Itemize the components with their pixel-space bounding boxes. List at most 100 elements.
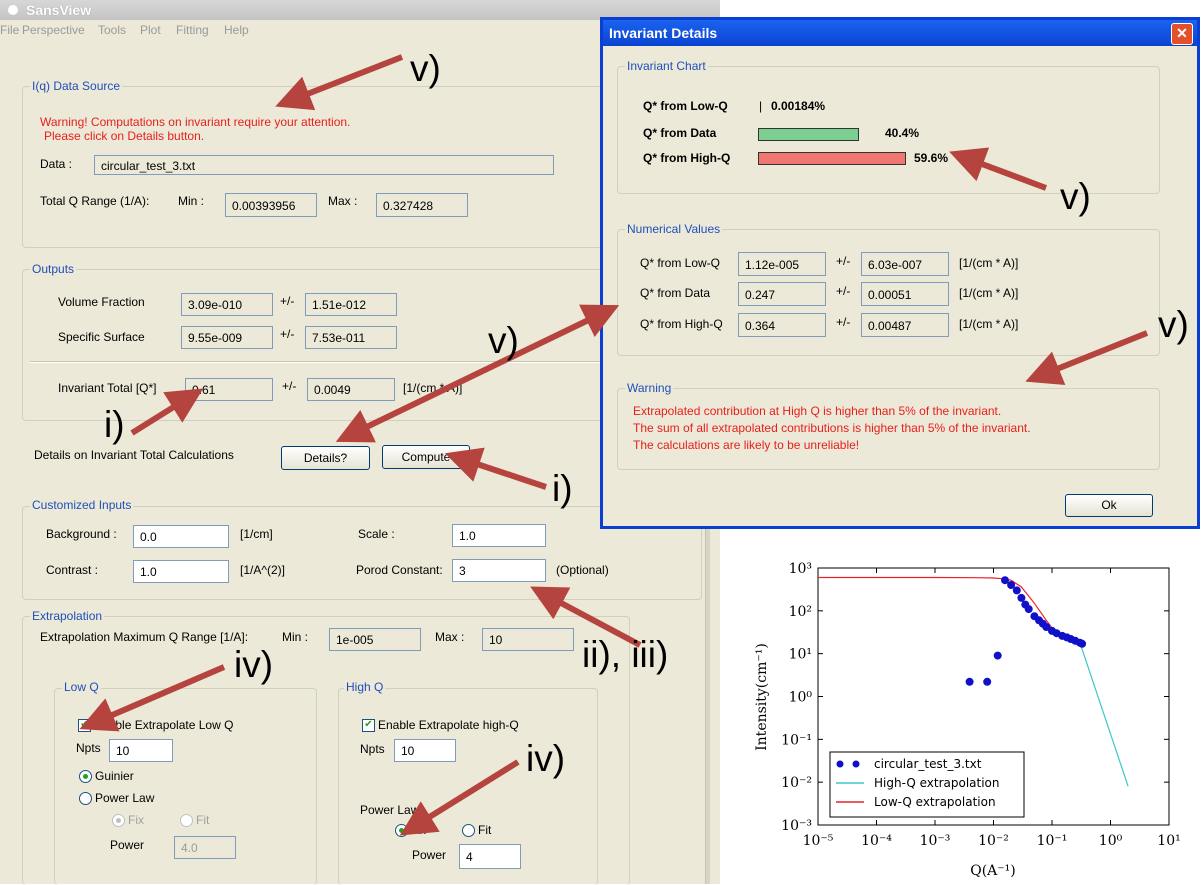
scale-input[interactable]: 1.0 xyxy=(452,524,546,547)
y-tick-label: 10⁻² xyxy=(781,775,812,791)
extrap-max-field[interactable]: 10 xyxy=(482,628,574,651)
low-q-fit-label: Fit xyxy=(196,813,210,827)
num-low-label: Q* from Low-Q xyxy=(640,256,721,270)
num-data-unit: [1/(cm * A)] xyxy=(959,286,1019,300)
dialog-warning-line1: Extrapolated contribution at High Q is h… xyxy=(633,404,1002,418)
invariant-total-field[interactable]: 0.61 xyxy=(185,378,273,401)
chart-row-high-label: Q* from High-Q xyxy=(643,151,731,165)
menu-perspective[interactable]: Perspective xyxy=(22,23,85,37)
x-tick-label: 10⁻² xyxy=(978,833,1009,849)
menu-file[interactable]: File xyxy=(0,23,19,37)
details-row-label: Details on Invariant Total Calculations xyxy=(34,448,234,462)
chart-bar-data xyxy=(758,128,859,141)
volume-fraction-err-field[interactable]: 1.51e-012 xyxy=(305,293,397,316)
contrast-input[interactable]: 1.0 xyxy=(133,560,229,583)
invariant-total-label: Invariant Total [Q*] xyxy=(58,381,157,395)
close-icon[interactable]: ✕ xyxy=(1171,23,1193,45)
invariant-warning-line1: Warning! Computations on invariant requi… xyxy=(40,115,351,129)
q-min-field[interactable]: 0.00393956 xyxy=(225,193,317,217)
legend-high-label: High-Q extrapolation xyxy=(874,776,1000,790)
ok-button[interactable]: Ok xyxy=(1065,494,1153,517)
num-data-value[interactable]: 0.247 xyxy=(738,282,826,306)
num-low-unit: [1/(cm * A)] xyxy=(959,256,1019,270)
specific-surface-err-field[interactable]: 7.53e-011 xyxy=(305,326,397,349)
q-max-label: Max : xyxy=(328,194,358,208)
num-high-unit: [1/(cm * A)] xyxy=(959,317,1019,331)
custom-inputs-label: Customized Inputs xyxy=(30,498,134,512)
dialog-title: Invariant Details xyxy=(609,25,718,41)
compute-button[interactable]: Compute xyxy=(382,445,470,469)
data-point xyxy=(993,651,1002,660)
num-data-err[interactable]: 0.00051 xyxy=(861,282,949,306)
menu-tools[interactable]: Tools xyxy=(98,23,126,37)
low-q-power-input[interactable]: 4.0 xyxy=(174,836,236,859)
invariant-chart-label: Invariant Chart xyxy=(625,59,708,73)
high-q-enable-checkbox[interactable]: ✔ xyxy=(362,719,375,732)
x-tick-label: 10⁻³ xyxy=(920,833,951,849)
porod-input[interactable]: 3 xyxy=(452,559,546,582)
extrap-range-label: Extrapolation Maximum Q Range [1/A]: xyxy=(40,630,249,644)
extrap-min-label: Min : xyxy=(282,630,309,644)
menu-plot[interactable]: Plot xyxy=(140,23,161,37)
low-q-power-law-radio[interactable] xyxy=(79,792,92,805)
high-q-fix-radio[interactable] xyxy=(395,824,408,837)
legend-data-label: circular_test_3.txt xyxy=(874,757,982,771)
annot-i-left: i) xyxy=(104,404,125,445)
y-tick-label: 10³ xyxy=(789,561,812,577)
menu-fitting[interactable]: Fitting xyxy=(176,23,209,37)
specific-surface-label: Specific Surface xyxy=(58,330,145,344)
data-point xyxy=(983,677,992,686)
high-q-power-law-label: Power Law xyxy=(360,803,420,817)
low-q-guinier-label: Guinier xyxy=(95,769,134,783)
low-q-npts-input[interactable]: 10 xyxy=(109,739,173,762)
num-low-pm: +/- xyxy=(836,254,851,268)
low-q-power-law-label: Power Law xyxy=(95,791,155,805)
legend-data-marker xyxy=(836,760,844,768)
high-q-fit-radio[interactable] xyxy=(462,824,475,837)
dialog-warning-line3: The calculations are likely to be unreli… xyxy=(633,438,860,452)
dialog-warning-label: Warning xyxy=(625,381,674,395)
high-q-fix-label: Fix xyxy=(410,823,426,837)
num-high-err[interactable]: 0.00487 xyxy=(861,313,949,337)
num-high-value[interactable]: 0.364 xyxy=(738,313,826,337)
plot-ylabel: Intensity(cm⁻¹) xyxy=(754,643,770,751)
low-q-fix-label: Fix xyxy=(128,813,144,827)
background-label: Background : xyxy=(46,527,117,541)
high-q-power-input[interactable]: 4 xyxy=(459,844,521,869)
num-low-value[interactable]: 1.12e-005 xyxy=(738,252,826,276)
specific-surface-field[interactable]: 9.55e-009 xyxy=(181,326,273,349)
x-tick-label: 10⁻⁵ xyxy=(803,833,834,849)
specific-surface-pm: +/- xyxy=(280,327,295,341)
low-q-power-label: Power xyxy=(110,838,145,852)
low-q-guinier-radio[interactable] xyxy=(79,770,92,783)
background-input[interactable]: 0.0 xyxy=(133,525,229,548)
details-button[interactable]: Details? xyxy=(281,446,370,470)
high-q-npts-input[interactable]: 10 xyxy=(394,739,456,762)
menu-help[interactable]: Help xyxy=(224,23,249,37)
window-title: SansView xyxy=(26,2,92,18)
invariant-unit-label: [1/(cm * A)] xyxy=(403,381,463,395)
low-q-enable-checkbox[interactable]: ✔ xyxy=(78,719,91,732)
low-q-fit-radio[interactable] xyxy=(180,814,193,827)
numerical-values-label: Numerical Values xyxy=(625,222,723,236)
q-max-field[interactable]: 0.327428 xyxy=(376,193,468,217)
invariant-total-err-field[interactable]: 0.0049 xyxy=(307,378,395,401)
y-tick-label: 10⁻¹ xyxy=(781,732,812,748)
y-tick-label: 10¹ xyxy=(789,647,812,663)
annot-iv-left: iv) xyxy=(234,644,274,685)
num-low-err[interactable]: 6.03e-007 xyxy=(861,252,949,276)
low-q-npts-label: Npts xyxy=(76,741,101,755)
volume-fraction-field[interactable]: 3.09e-010 xyxy=(181,293,273,316)
scale-label: Scale : xyxy=(358,527,395,541)
annot-v-chart: v) xyxy=(1060,176,1091,217)
q-min-label: Min : xyxy=(178,194,205,208)
data-point xyxy=(1017,593,1026,602)
contrast-unit: [1/A^(2)] xyxy=(240,563,285,577)
low-q-fix-radio[interactable] xyxy=(112,814,125,827)
data-file-field[interactable]: circular_test_3.txt xyxy=(94,155,554,175)
invariant-warning-line2: Please click on Details button. xyxy=(44,129,205,143)
volume-fraction-label: Volume Fraction xyxy=(58,295,145,309)
y-tick-label: 10² xyxy=(789,604,812,620)
legend-data-marker-2 xyxy=(852,760,860,768)
extrap-min-field[interactable]: 1e-005 xyxy=(329,628,421,651)
